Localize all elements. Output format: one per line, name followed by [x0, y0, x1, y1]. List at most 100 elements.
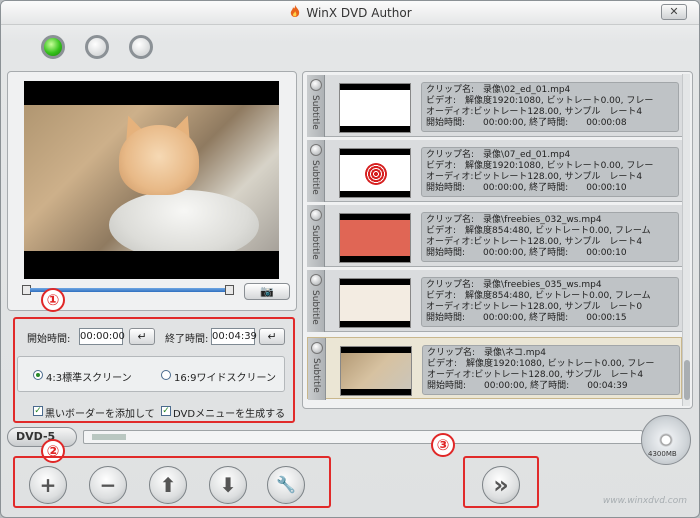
aspect-43-label[interactable]: 4:3標準スクリーン	[46, 369, 132, 384]
dvd-menu-checkbox[interactable]: ✓	[161, 406, 171, 416]
clip-item[interactable]: Subtitle クリップ名: 录像\freebies_032_ws.mp4 ビ…	[307, 205, 682, 267]
black-border-checkbox[interactable]: ✓	[33, 406, 43, 416]
clip-name: クリップ名: 录像\freebies_035_ws.mp4	[426, 280, 602, 290]
subtitle-tab-label: Subtitle	[310, 160, 320, 195]
clip-audio-info: オーディオ:ビットレート128.00, サンプル レート4	[426, 172, 643, 182]
clip-info: クリップ名: 录像\ネコ.mp4 ビデオ: 解像度1920:1080, ビットレ…	[422, 345, 680, 395]
step-1-indicator[interactable]	[41, 35, 65, 59]
subtitle-tab[interactable]: Subtitle	[307, 205, 325, 267]
start-time-input[interactable]: 00:00:00	[79, 328, 125, 345]
subtitle-tab[interactable]: Subtitle	[308, 338, 326, 400]
clip-thumbnail	[340, 346, 412, 396]
video-content-kitten	[119, 125, 199, 195]
video-content	[109, 190, 259, 251]
clip-thumbnail	[339, 278, 411, 328]
preview-panel: 📷	[7, 71, 297, 311]
aspect-43-radio[interactable]	[33, 370, 43, 380]
thumbnail-letterbox-top	[340, 149, 410, 155]
main-window: WinX DVD Author ✕ 📷 ① 開始時間: 00:00:00 ↵ 終…	[0, 0, 700, 518]
start-time-label: 開始時間:	[27, 334, 71, 345]
clip-list[interactable]: Subtitle クリップ名: 录像\02_ed_01.mp4 ビデオ: 解像度…	[302, 71, 693, 409]
clip-video-info: ビデオ: 解像度1920:1080, ビットレート0.00, フレー	[426, 96, 654, 106]
clip-time-info: 開始時間: 00:00:00, 終了時間: 00:00:10	[426, 248, 627, 258]
settings-button[interactable]: 🔧	[267, 466, 305, 504]
subtitle-tab[interactable]: Subtitle	[307, 270, 325, 332]
clip-audio-info: オーディオ:ビットレート128.00, サンプル レート0	[426, 302, 643, 312]
subtitle-tab[interactable]: Subtitle	[307, 140, 325, 202]
thumbnail-letterbox-bottom	[340, 126, 410, 132]
next-button[interactable]: »	[482, 466, 520, 504]
aspect-169-label[interactable]: 16:9ワイドスクリーン	[174, 369, 276, 384]
subtitle-tab-label: Subtitle	[311, 358, 321, 393]
clip-thumbnail	[339, 213, 411, 263]
thumbnail-letterbox-top	[340, 84, 410, 90]
clip-time-info: 開始時間: 00:00:00, 終了時間: 00:00:15	[426, 313, 627, 323]
seek-end-handle[interactable]	[225, 285, 234, 295]
black-border-label[interactable]: 黒いボーダーを添加して	[45, 405, 155, 420]
enter-icon: ↵	[267, 330, 277, 343]
subtitle-indicator-icon	[310, 144, 322, 156]
subtitle-indicator-icon	[310, 209, 322, 221]
clip-list-scrollbar[interactable]	[682, 74, 690, 406]
clip-name: クリップ名: 录像\02_ed_01.mp4	[426, 85, 571, 95]
thumbnail-red-dot	[365, 163, 387, 185]
flame-logo-icon	[291, 5, 300, 17]
scrollbar-thumb[interactable]	[684, 360, 690, 400]
capacity-bar	[83, 430, 643, 444]
move-down-button[interactable]: ⬇	[209, 466, 247, 504]
subtitle-tab-label: Subtitle	[310, 95, 320, 130]
capacity-fill	[92, 434, 126, 440]
snapshot-button[interactable]: 📷	[244, 283, 290, 300]
add-clip-button[interactable]: +	[29, 466, 67, 504]
clip-audio-info: オーディオ:ビットレート128.00, サンプル レート4	[426, 107, 643, 117]
clip-item[interactable]: Subtitle クリップ名: 录像\freebies_035_ws.mp4 ビ…	[307, 270, 682, 332]
thumbnail-letterbox-bottom	[340, 191, 410, 197]
clip-thumbnail	[339, 83, 411, 133]
start-time-apply-button[interactable]: ↵	[129, 328, 155, 345]
plus-icon: +	[39, 473, 57, 497]
clip-info: クリップ名: 录像\02_ed_01.mp4 ビデオ: 解像度1920:1080…	[421, 82, 679, 132]
clip-video-info: ビデオ: 解像度1920:1080, ビットレート0.00, フレー	[426, 161, 654, 171]
step-badge-3: ③	[431, 433, 455, 457]
clip-item[interactable]: Subtitle クリップ名: 录像\02_ed_01.mp4 ビデオ: 解像度…	[307, 75, 682, 137]
camera-icon: 📷	[260, 285, 274, 298]
arrow-up-icon: ⬆	[159, 473, 177, 497]
thumbnail-letterbox-top	[341, 347, 411, 353]
clip-item[interactable]: Subtitle クリップ名: 录像\07_ed_01.mp4 ビデオ: 解像度…	[307, 140, 682, 202]
clip-audio-info: オーディオ:ビットレート128.00, サンプル レート4	[426, 237, 643, 247]
double-chevron-right-icon: »	[493, 471, 509, 499]
step-2-indicator[interactable]	[85, 35, 109, 59]
subtitle-indicator-icon	[310, 79, 322, 91]
disc-size-label: 4300MB	[648, 450, 677, 458]
close-icon: ✕	[669, 5, 679, 18]
clip-time-info: 開始時間: 00:00:00, 終了時間: 00:00:10	[426, 183, 627, 193]
move-up-button[interactable]: ⬆	[149, 466, 187, 504]
step-badge-1: ①	[41, 288, 65, 312]
clip-info: クリップ名: 录像\freebies_032_ws.mp4 ビデオ: 解像度85…	[421, 212, 679, 262]
clip-info: クリップ名: 录像\07_ed_01.mp4 ビデオ: 解像度1920:1080…	[421, 147, 679, 197]
clip-time-info: 開始時間: 00:00:00, 終了時間: 00:04:39	[427, 381, 628, 391]
subtitle-indicator-icon	[311, 342, 323, 354]
video-frame	[24, 105, 279, 251]
step-3-indicator[interactable]	[129, 35, 153, 59]
subtitle-tab-label: Subtitle	[310, 290, 320, 325]
aspect-169-radio[interactable]	[161, 370, 171, 380]
subtitle-tab-label: Subtitle	[310, 225, 320, 260]
end-time-apply-button[interactable]: ↵	[259, 328, 285, 345]
window-title: WinX DVD Author	[1, 5, 699, 20]
minus-icon: −	[99, 473, 117, 497]
window-title-text: WinX DVD Author	[306, 6, 412, 20]
thumbnail-letterbox-top	[340, 214, 410, 220]
subtitle-tab[interactable]: Subtitle	[307, 75, 325, 137]
clip-name: クリップ名: 录像\freebies_032_ws.mp4	[426, 215, 602, 225]
dvd-menu-label[interactable]: DVDメニューを生成する	[173, 405, 285, 420]
thumbnail-letterbox-top	[340, 279, 410, 285]
disc-icon: 4300MB	[641, 415, 691, 465]
clip-item-selected[interactable]: Subtitle クリップ名: 录像\ネコ.mp4 ビデオ: 解像度1920:1…	[307, 337, 682, 400]
clip-name: クリップ名: 录像\ネコ.mp4	[427, 348, 546, 358]
thumbnail-letterbox-bottom	[340, 321, 410, 327]
remove-clip-button[interactable]: −	[89, 466, 127, 504]
close-button[interactable]: ✕	[661, 4, 687, 20]
clip-info: クリップ名: 录像\freebies_035_ws.mp4 ビデオ: 解像度85…	[421, 277, 679, 327]
end-time-input[interactable]: 00:04:39	[211, 328, 257, 345]
